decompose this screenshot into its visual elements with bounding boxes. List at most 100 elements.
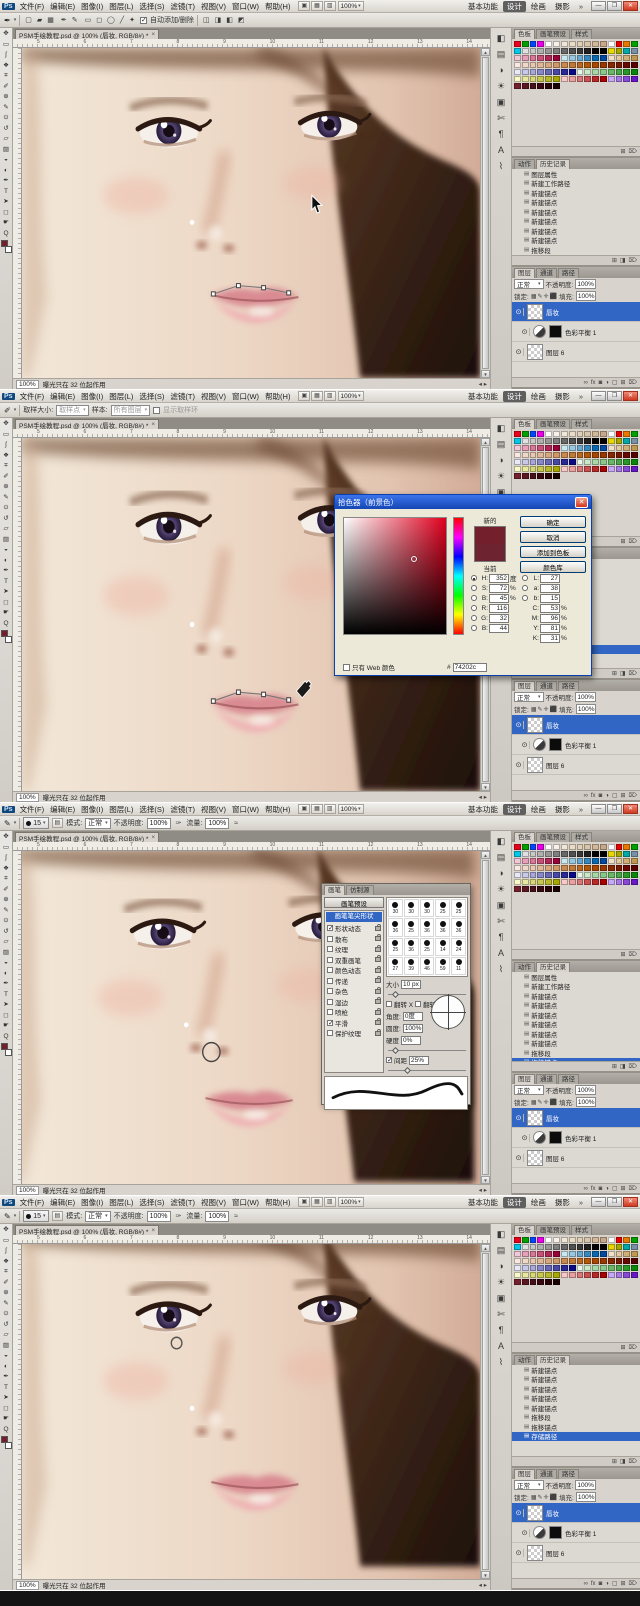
swatch[interactable] xyxy=(537,1279,544,1285)
swatch[interactable] xyxy=(592,438,599,444)
menu-item[interactable]: 文件(F) xyxy=(17,391,48,402)
swatch[interactable] xyxy=(561,466,568,472)
swatch[interactable] xyxy=(569,48,576,54)
restore-button[interactable]: ❐ xyxy=(607,804,622,814)
brush-preset-picker[interactable]: 15▾ xyxy=(23,1210,48,1222)
swatch[interactable] xyxy=(545,1244,552,1250)
swatch[interactable] xyxy=(631,1258,638,1264)
swatch[interactable] xyxy=(522,858,529,864)
status-zoom[interactable]: 100% xyxy=(16,380,39,389)
swatch[interactable] xyxy=(584,1258,591,1264)
panel-tab[interactable]: 通道 xyxy=(536,1469,557,1479)
swatch[interactable] xyxy=(514,886,521,892)
swatch[interactable] xyxy=(545,452,552,458)
swatch[interactable] xyxy=(584,1237,591,1243)
tool-button[interactable]: ⊙ xyxy=(1,1309,12,1320)
swatch[interactable] xyxy=(561,1244,568,1250)
layer-mask-thumbnail[interactable] xyxy=(549,738,562,751)
swatch[interactable] xyxy=(600,851,607,857)
swatch[interactable] xyxy=(600,452,607,458)
brush-option-checkbox[interactable] xyxy=(327,1009,333,1015)
swatch[interactable] xyxy=(608,431,615,437)
swatch[interactable] xyxy=(592,41,599,47)
layers-footer-icon[interactable]: ∞ xyxy=(584,1581,588,1587)
color-field[interactable] xyxy=(343,517,447,635)
dock-panel-icon[interactable]: ☀ xyxy=(493,470,509,483)
swatch[interactable] xyxy=(522,1272,529,1278)
scroll-thumb[interactable] xyxy=(482,57,489,369)
tool-button[interactable]: ❖ xyxy=(1,451,12,462)
status-scroll-arrows[interactable]: ◂ ▸ xyxy=(479,380,487,388)
swatch[interactable] xyxy=(569,438,576,444)
flip-y-checkbox[interactable] xyxy=(415,1001,421,1007)
swatch[interactable] xyxy=(537,69,544,75)
swatch[interactable] xyxy=(522,69,529,75)
swatch[interactable] xyxy=(584,438,591,444)
brush-tool-icon[interactable]: ✎ xyxy=(4,1212,11,1221)
lock-icon[interactable]: ✎ xyxy=(537,1494,542,1501)
swatch[interactable] xyxy=(623,865,630,871)
layer-thumbnail[interactable] xyxy=(527,1545,543,1561)
dialog-title-bar[interactable]: 拾色器（前景色）✕ xyxy=(335,495,591,509)
brush-option-row[interactable]: 形状动态 xyxy=(325,923,383,934)
swatch[interactable] xyxy=(530,858,537,864)
swatch[interactable] xyxy=(600,865,607,871)
panel-tab[interactable]: 路径 xyxy=(558,1469,579,1479)
swatch[interactable] xyxy=(514,1279,521,1285)
flow-value[interactable]: 100% xyxy=(205,818,229,829)
swatch[interactable] xyxy=(530,445,537,451)
swatch[interactable] xyxy=(553,851,560,857)
tool-button[interactable]: ▭ xyxy=(1,843,12,854)
tool-button[interactable]: T xyxy=(1,577,12,588)
layer-row[interactable]: ⊙图层 6 xyxy=(512,342,640,362)
color-value-field[interactable]: L:27 xyxy=(522,573,570,583)
panel-tab[interactable]: 图层 xyxy=(514,1074,535,1084)
menu-item[interactable]: 图层(L) xyxy=(106,1,136,12)
swatch[interactable] xyxy=(561,872,568,878)
swatch[interactable] xyxy=(561,1272,568,1278)
brush-option-checkbox[interactable] xyxy=(327,967,333,973)
brush-tip-preset[interactable]: 27 xyxy=(388,957,403,975)
history-footer-icon[interactable]: ⌦ xyxy=(629,670,637,677)
swatch[interactable] xyxy=(577,872,584,878)
sample-size-select[interactable]: 取样点▾ xyxy=(56,405,89,416)
swatch[interactable] xyxy=(584,55,591,61)
tool-button[interactable]: ▭ xyxy=(1,1236,12,1247)
swatch[interactable] xyxy=(514,466,521,472)
history-footer-icon[interactable]: ⌦ xyxy=(629,1458,637,1465)
tool-button[interactable]: ⌗ xyxy=(1,461,12,472)
tool-button[interactable]: ↺ xyxy=(1,927,12,938)
dock-panel-icon[interactable]: ▣ xyxy=(493,899,509,912)
swatch[interactable] xyxy=(569,62,576,68)
foreground-color-chip[interactable] xyxy=(1,1436,8,1443)
path-combine-icon[interactable]: ◨ xyxy=(213,15,224,25)
web-colors-checkbox[interactable] xyxy=(343,664,350,671)
swatch[interactable] xyxy=(569,55,576,61)
menu-item[interactable]: 帮助(H) xyxy=(262,1197,293,1208)
menu-item[interactable]: 选择(S) xyxy=(136,1197,167,1208)
swatch[interactable] xyxy=(522,473,529,479)
close-icon[interactable]: ✕ xyxy=(575,497,588,508)
field-input[interactable]: 53 xyxy=(540,604,560,613)
foreground-color-chip[interactable] xyxy=(1,240,8,247)
brush-option-row[interactable]: 传递 xyxy=(325,976,383,987)
tool-button[interactable]: ◐ xyxy=(1,1362,12,1373)
vertical-scrollbar[interactable]: ▲▼ xyxy=(480,1244,490,1579)
swatch[interactable] xyxy=(600,76,607,82)
swatch[interactable] xyxy=(600,69,607,75)
swatch[interactable] xyxy=(584,879,591,885)
field-input[interactable]: 32 xyxy=(489,614,509,623)
radio-icon[interactable] xyxy=(522,575,528,581)
spacing-slider[interactable] xyxy=(388,1067,466,1071)
pen-variant-icon[interactable]: ✒ xyxy=(59,15,69,25)
tool-button[interactable]: ⊕ xyxy=(1,482,12,493)
swatch[interactable] xyxy=(545,858,552,864)
swatch[interactable] xyxy=(545,431,552,437)
swatch[interactable] xyxy=(522,48,529,54)
background-color-chip[interactable] xyxy=(5,1049,12,1056)
history-step[interactable]: ▤新建锚点 xyxy=(512,1001,640,1011)
fill-value[interactable]: 100% xyxy=(576,291,597,301)
tool-button[interactable]: ʃ xyxy=(1,853,12,864)
size-slider[interactable] xyxy=(388,991,466,995)
swatch[interactable] xyxy=(530,886,537,892)
